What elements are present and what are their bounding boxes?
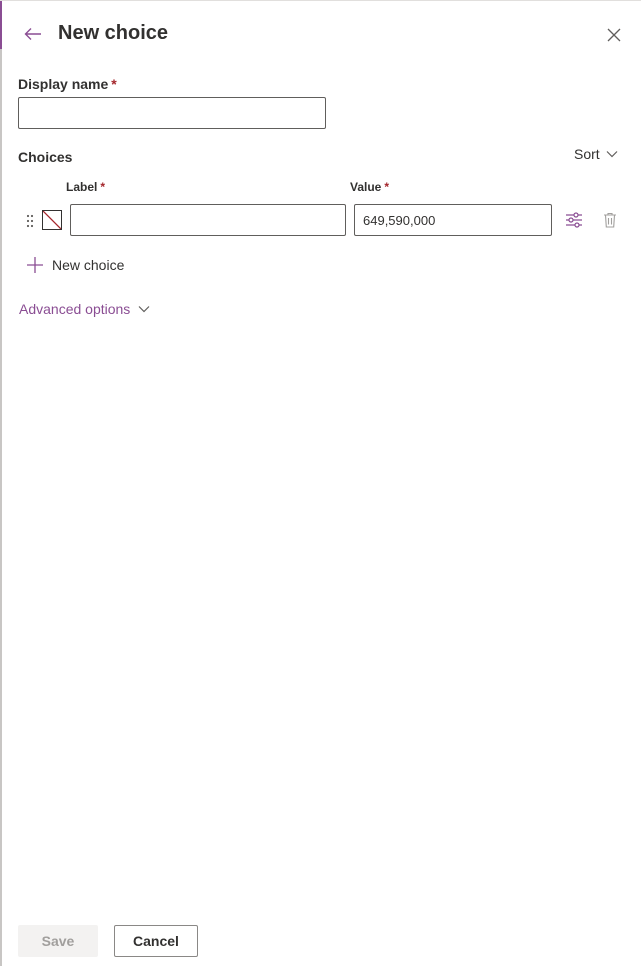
advanced-options-toggle[interactable]: Advanced options (19, 301, 150, 317)
sort-button[interactable]: Sort (574, 146, 618, 162)
choices-section-label: Choices (18, 149, 73, 165)
cancel-button[interactable]: Cancel (114, 925, 198, 957)
advanced-options-label: Advanced options (19, 301, 131, 317)
choice-value-input[interactable] (354, 204, 552, 236)
no-color-icon (43, 211, 61, 229)
display-name-label-text: Display name (18, 76, 109, 92)
close-button[interactable] (603, 24, 625, 46)
choice-label-input[interactable] (70, 204, 346, 236)
choice-color-swatch[interactable] (42, 210, 62, 230)
sort-label: Sort (574, 146, 600, 162)
display-name-input[interactable] (18, 97, 326, 129)
required-mark: * (100, 180, 106, 194)
panel-left-edge (0, 1, 2, 966)
arrow-left-icon (24, 28, 41, 40)
required-mark: * (384, 180, 390, 194)
new-choice-button[interactable]: New choice (26, 256, 124, 274)
label-column-header: Label * (66, 179, 105, 195)
required-mark: * (111, 76, 117, 92)
drag-handle-icon[interactable] (25, 214, 35, 228)
page-title: New choice (58, 22, 169, 44)
trash-icon (604, 212, 616, 228)
close-icon (607, 28, 621, 42)
label-column-header-text: Label (66, 180, 98, 194)
choice-settings-button[interactable] (562, 208, 586, 232)
value-column-header: Value * (350, 179, 389, 195)
save-button[interactable]: Save (18, 925, 98, 957)
panel-accent-bar (0, 1, 2, 49)
chevron-down-icon (606, 151, 618, 158)
new-choice-panel: New choice Display name * Choices Sort La… (0, 0, 641, 966)
back-button[interactable] (22, 23, 44, 45)
choice-delete-button[interactable] (598, 208, 622, 232)
value-column-header-text: Value (350, 180, 382, 194)
plus-icon (27, 257, 43, 273)
new-choice-label: New choice (52, 257, 125, 273)
display-name-label: Display name * (18, 75, 117, 93)
chevron-down-icon (138, 306, 150, 313)
sliders-icon (566, 212, 582, 228)
